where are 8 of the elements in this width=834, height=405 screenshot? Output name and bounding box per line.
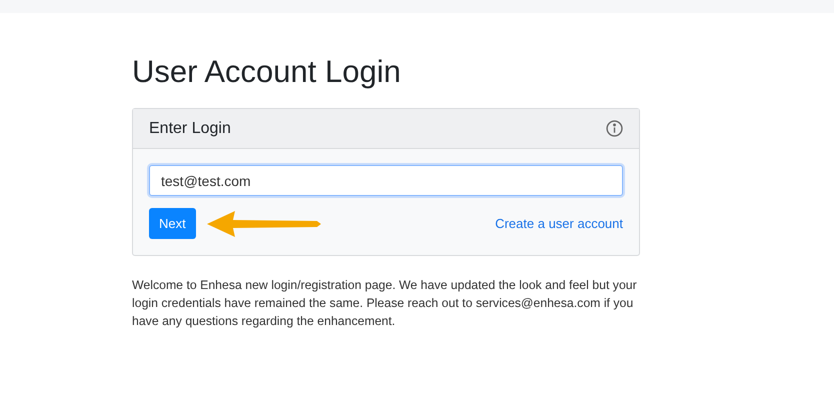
info-icon[interactable] <box>606 120 623 137</box>
create-account-link[interactable]: Create a user account <box>495 214 623 234</box>
email-field[interactable]: test@test.com <box>149 165 623 196</box>
arrow-annotation-icon <box>205 209 323 239</box>
welcome-notice: Welcome to Enhesa new login/registration page. We have updated the look and feel but your login credentials have remained the same. Please reach out to services@enhesa.com if you have any questions regarding the enhancement. <box>132 277 638 330</box>
page-title: User Account Login <box>132 53 402 91</box>
next-button[interactable]: Next <box>149 208 196 239</box>
card-header: Enter Login <box>149 118 231 138</box>
